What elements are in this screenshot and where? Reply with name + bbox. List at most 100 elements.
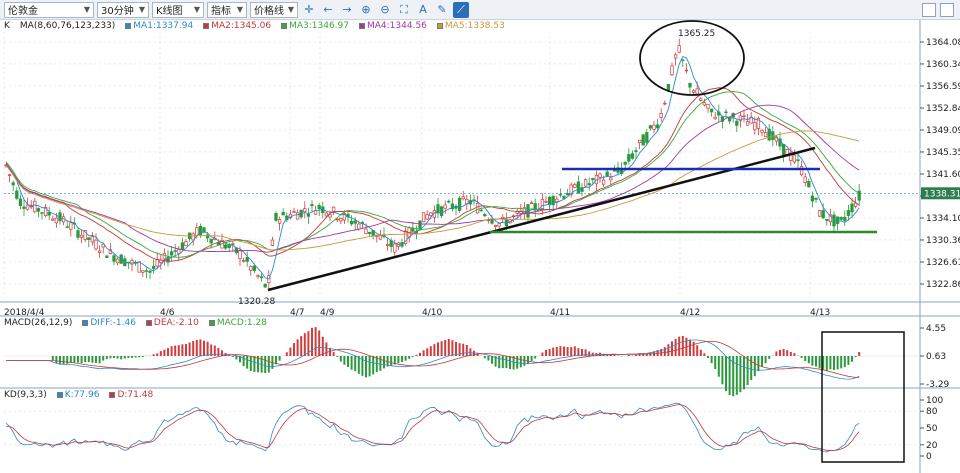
candle-body — [180, 242, 185, 250]
candle-body — [645, 132, 649, 143]
candle-body — [637, 139, 642, 144]
candle-body — [814, 197, 818, 200]
candle-body — [670, 65, 674, 76]
chart-canvas[interactable]: 1364.08 1360.34 1356.59 1352.84 1349.09 1345.… — [0, 0, 960, 473]
candle-body — [11, 182, 15, 186]
candle-body — [411, 227, 415, 232]
candle-body — [630, 153, 635, 159]
candle-body — [655, 124, 660, 129]
candle-body — [447, 200, 451, 203]
candle-body — [792, 154, 797, 163]
candle-body — [249, 265, 253, 271]
candle-body — [695, 88, 699, 95]
candle-body — [393, 243, 397, 253]
candle-body — [47, 212, 51, 216]
diff-line — [6, 339, 860, 380]
candle-body — [144, 270, 149, 272]
y-tick-label: 1334.10 — [926, 214, 960, 224]
candle-body — [573, 184, 577, 188]
candle-body — [825, 219, 829, 221]
x-tick-label: 4/10 — [422, 308, 442, 318]
candle-body — [555, 198, 559, 202]
candle-body — [303, 208, 307, 213]
candle-body — [155, 259, 159, 267]
candle-body — [238, 250, 242, 259]
candle-body — [425, 214, 429, 220]
candle-body — [691, 90, 696, 93]
candle-body — [439, 206, 444, 216]
candle-body — [65, 226, 69, 228]
x-tick-label: 4/9 — [320, 308, 335, 318]
k-line — [5, 402, 860, 453]
candle-body — [763, 132, 768, 138]
candle-body — [79, 234, 84, 238]
candle-body — [623, 161, 627, 165]
candle-body — [25, 204, 30, 210]
candle-body — [277, 218, 282, 224]
candle-body — [7, 174, 12, 176]
candle-body — [850, 203, 854, 213]
candle-body — [803, 176, 807, 183]
candle-body — [475, 202, 480, 214]
candle-body — [69, 222, 73, 230]
candle-body — [583, 179, 588, 187]
candle-body — [634, 150, 638, 153]
candle-body — [310, 204, 314, 207]
current-price-label: 1338.31 — [924, 189, 960, 199]
candle-body — [40, 212, 44, 214]
candle-body — [702, 102, 707, 106]
candle-body — [169, 251, 174, 256]
candle-body — [115, 258, 120, 264]
candle-body — [821, 210, 825, 219]
candle-body — [76, 230, 80, 238]
candle-body — [681, 59, 685, 61]
candle-body — [648, 125, 653, 129]
candle-body — [609, 177, 613, 181]
low-price-label: 1320.28 — [238, 297, 275, 307]
candle-body — [15, 190, 19, 199]
candle-body — [97, 250, 102, 253]
x-tick-label: 4/13 — [810, 308, 830, 318]
candle-body — [591, 178, 595, 181]
candle-body — [684, 69, 689, 72]
x-tick-label: 2018/4/4 — [4, 308, 45, 318]
candle-body — [742, 115, 746, 118]
candle-body — [274, 212, 278, 221]
candle-body — [137, 261, 141, 273]
candle-body — [490, 219, 494, 224]
candle-body — [418, 220, 422, 230]
x-tick-label: 4/12 — [680, 308, 700, 318]
candle-body — [252, 265, 257, 271]
candle-body — [846, 210, 851, 216]
candle-body — [256, 275, 260, 277]
candle-body — [483, 214, 487, 217]
y-tick-label: 1326.61 — [926, 258, 960, 268]
candle-body — [223, 244, 228, 249]
candle-body — [339, 217, 343, 222]
macd-y-tick-label: 4.55 — [926, 324, 946, 334]
candle-body — [839, 217, 843, 220]
candle-body — [799, 166, 804, 176]
macd-y-tick-label: -3.29 — [926, 380, 950, 390]
candle-body — [429, 212, 433, 217]
x-tick-label: 4/6 — [160, 308, 175, 318]
candle-body — [295, 212, 300, 220]
candle-body — [94, 239, 98, 250]
candle-body — [195, 227, 199, 236]
trading-chart-window: 伦敦金 ▼ 30分钟 ▼ K线图 ▼ 指标 ▼ 价格线 ▼ ✛ ← → ⊕ ⊖ … — [0, 0, 960, 473]
candle-body — [148, 270, 152, 273]
y-tick-label: 1352.84 — [926, 104, 960, 114]
candle-body — [659, 113, 663, 118]
candle-body — [306, 213, 311, 217]
candle-body — [576, 181, 581, 194]
candle-body — [551, 195, 555, 206]
kd-y-tick-label: 50 — [926, 424, 938, 434]
candle-body — [367, 231, 372, 235]
candle-body — [587, 183, 591, 186]
candle-body — [281, 212, 285, 216]
y-tick-label: 1356.59 — [926, 82, 960, 92]
kd-y-tick-label: 100 — [926, 396, 943, 406]
candle-body — [457, 197, 462, 211]
candle-body — [436, 204, 440, 214]
kd-y-tick-label: 20 — [926, 441, 938, 451]
